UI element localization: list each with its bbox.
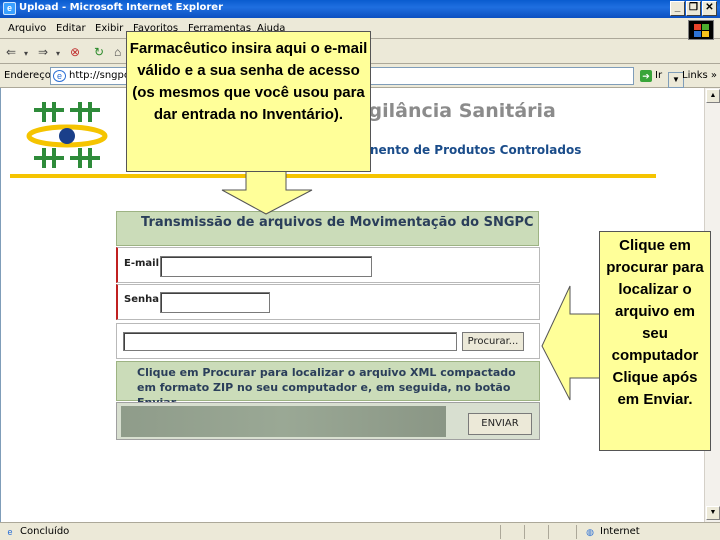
go-arrow-icon[interactable]: ➔ bbox=[640, 70, 652, 82]
password-row: Senha: bbox=[116, 284, 540, 320]
scroll-down-icon[interactable]: ▼ bbox=[706, 506, 720, 520]
windows-logo-icon bbox=[688, 20, 714, 40]
upload-callout-arrow bbox=[541, 285, 602, 401]
title-bar: e Upload - Microsoft Internet Explorer _… bbox=[0, 0, 720, 18]
home-icon[interactable]: ⌂ bbox=[114, 45, 121, 59]
menu-exibir[interactable]: Exibir bbox=[95, 23, 123, 34]
scroll-up-icon[interactable]: ▲ bbox=[706, 89, 720, 103]
forward-icon[interactable]: ⇒ bbox=[38, 45, 48, 59]
login-callout: Farmacêutico insira aqui o e-mail válido… bbox=[126, 31, 371, 172]
go-button[interactable]: Ir bbox=[655, 70, 662, 81]
password-label: Senha: bbox=[124, 294, 163, 305]
back-dropdown-icon[interactable]: ▾ bbox=[24, 49, 28, 58]
restore-button[interactable]: ❐ bbox=[686, 1, 701, 16]
menu-editar[interactable]: Editar bbox=[56, 23, 86, 34]
stop-icon[interactable]: ⊗ bbox=[70, 45, 80, 59]
file-path-input[interactable] bbox=[123, 332, 457, 351]
address-url: http://sngpc bbox=[69, 70, 130, 81]
upload-callout: Clique em procurar para localizar o arqu… bbox=[599, 231, 711, 451]
blurred-area bbox=[121, 406, 446, 437]
password-field[interactable] bbox=[160, 292, 270, 313]
browse-button[interactable]: Procurar... bbox=[462, 332, 524, 351]
address-label: Endereço bbox=[4, 70, 51, 81]
status-text: Concluído bbox=[20, 526, 70, 537]
refresh-icon[interactable]: ↻ bbox=[94, 45, 104, 59]
close-button[interactable]: ✕ bbox=[702, 1, 717, 16]
forward-dropdown-icon[interactable]: ▾ bbox=[56, 49, 60, 58]
instructions-box: Clique em Procurar para localizar o arqu… bbox=[116, 361, 540, 409]
internet-zone-icon: ◍ bbox=[586, 527, 594, 537]
back-icon[interactable]: ⇐ bbox=[6, 45, 16, 59]
minimize-button[interactable]: _ bbox=[670, 1, 685, 16]
form-title: Transmissão de arquivos de Movimentação … bbox=[141, 215, 534, 230]
menu-arquivo[interactable]: Arquivo bbox=[8, 23, 46, 34]
form-header: Transmissão de arquivos de Movimentação … bbox=[116, 211, 539, 246]
links-label: Links bbox=[682, 70, 708, 81]
header-divider bbox=[10, 174, 656, 178]
anvisa-logo bbox=[26, 102, 108, 168]
done-page-icon: e bbox=[7, 527, 13, 537]
ie-app-icon: e bbox=[3, 2, 16, 15]
site-subtitle: nento de Produtos Controlados bbox=[370, 143, 582, 157]
links-button[interactable]: Links » bbox=[682, 70, 717, 81]
send-button[interactable]: ENVIAR bbox=[468, 413, 532, 435]
file-row: Procurar... bbox=[116, 323, 540, 359]
status-bar: e Concluído ◍ Internet bbox=[0, 522, 720, 540]
page-icon: e bbox=[53, 70, 66, 82]
window-title: Upload - Microsoft Internet Explorer bbox=[19, 2, 224, 13]
email-field[interactable] bbox=[160, 256, 372, 277]
send-bar: ENVIAR bbox=[116, 402, 540, 440]
zone-text: Internet bbox=[600, 526, 640, 537]
email-label: E-mail: bbox=[124, 258, 164, 269]
site-title: igilância Sanitária bbox=[362, 100, 556, 122]
email-row: E-mail: bbox=[116, 247, 540, 283]
login-callout-arrow bbox=[221, 168, 313, 215]
